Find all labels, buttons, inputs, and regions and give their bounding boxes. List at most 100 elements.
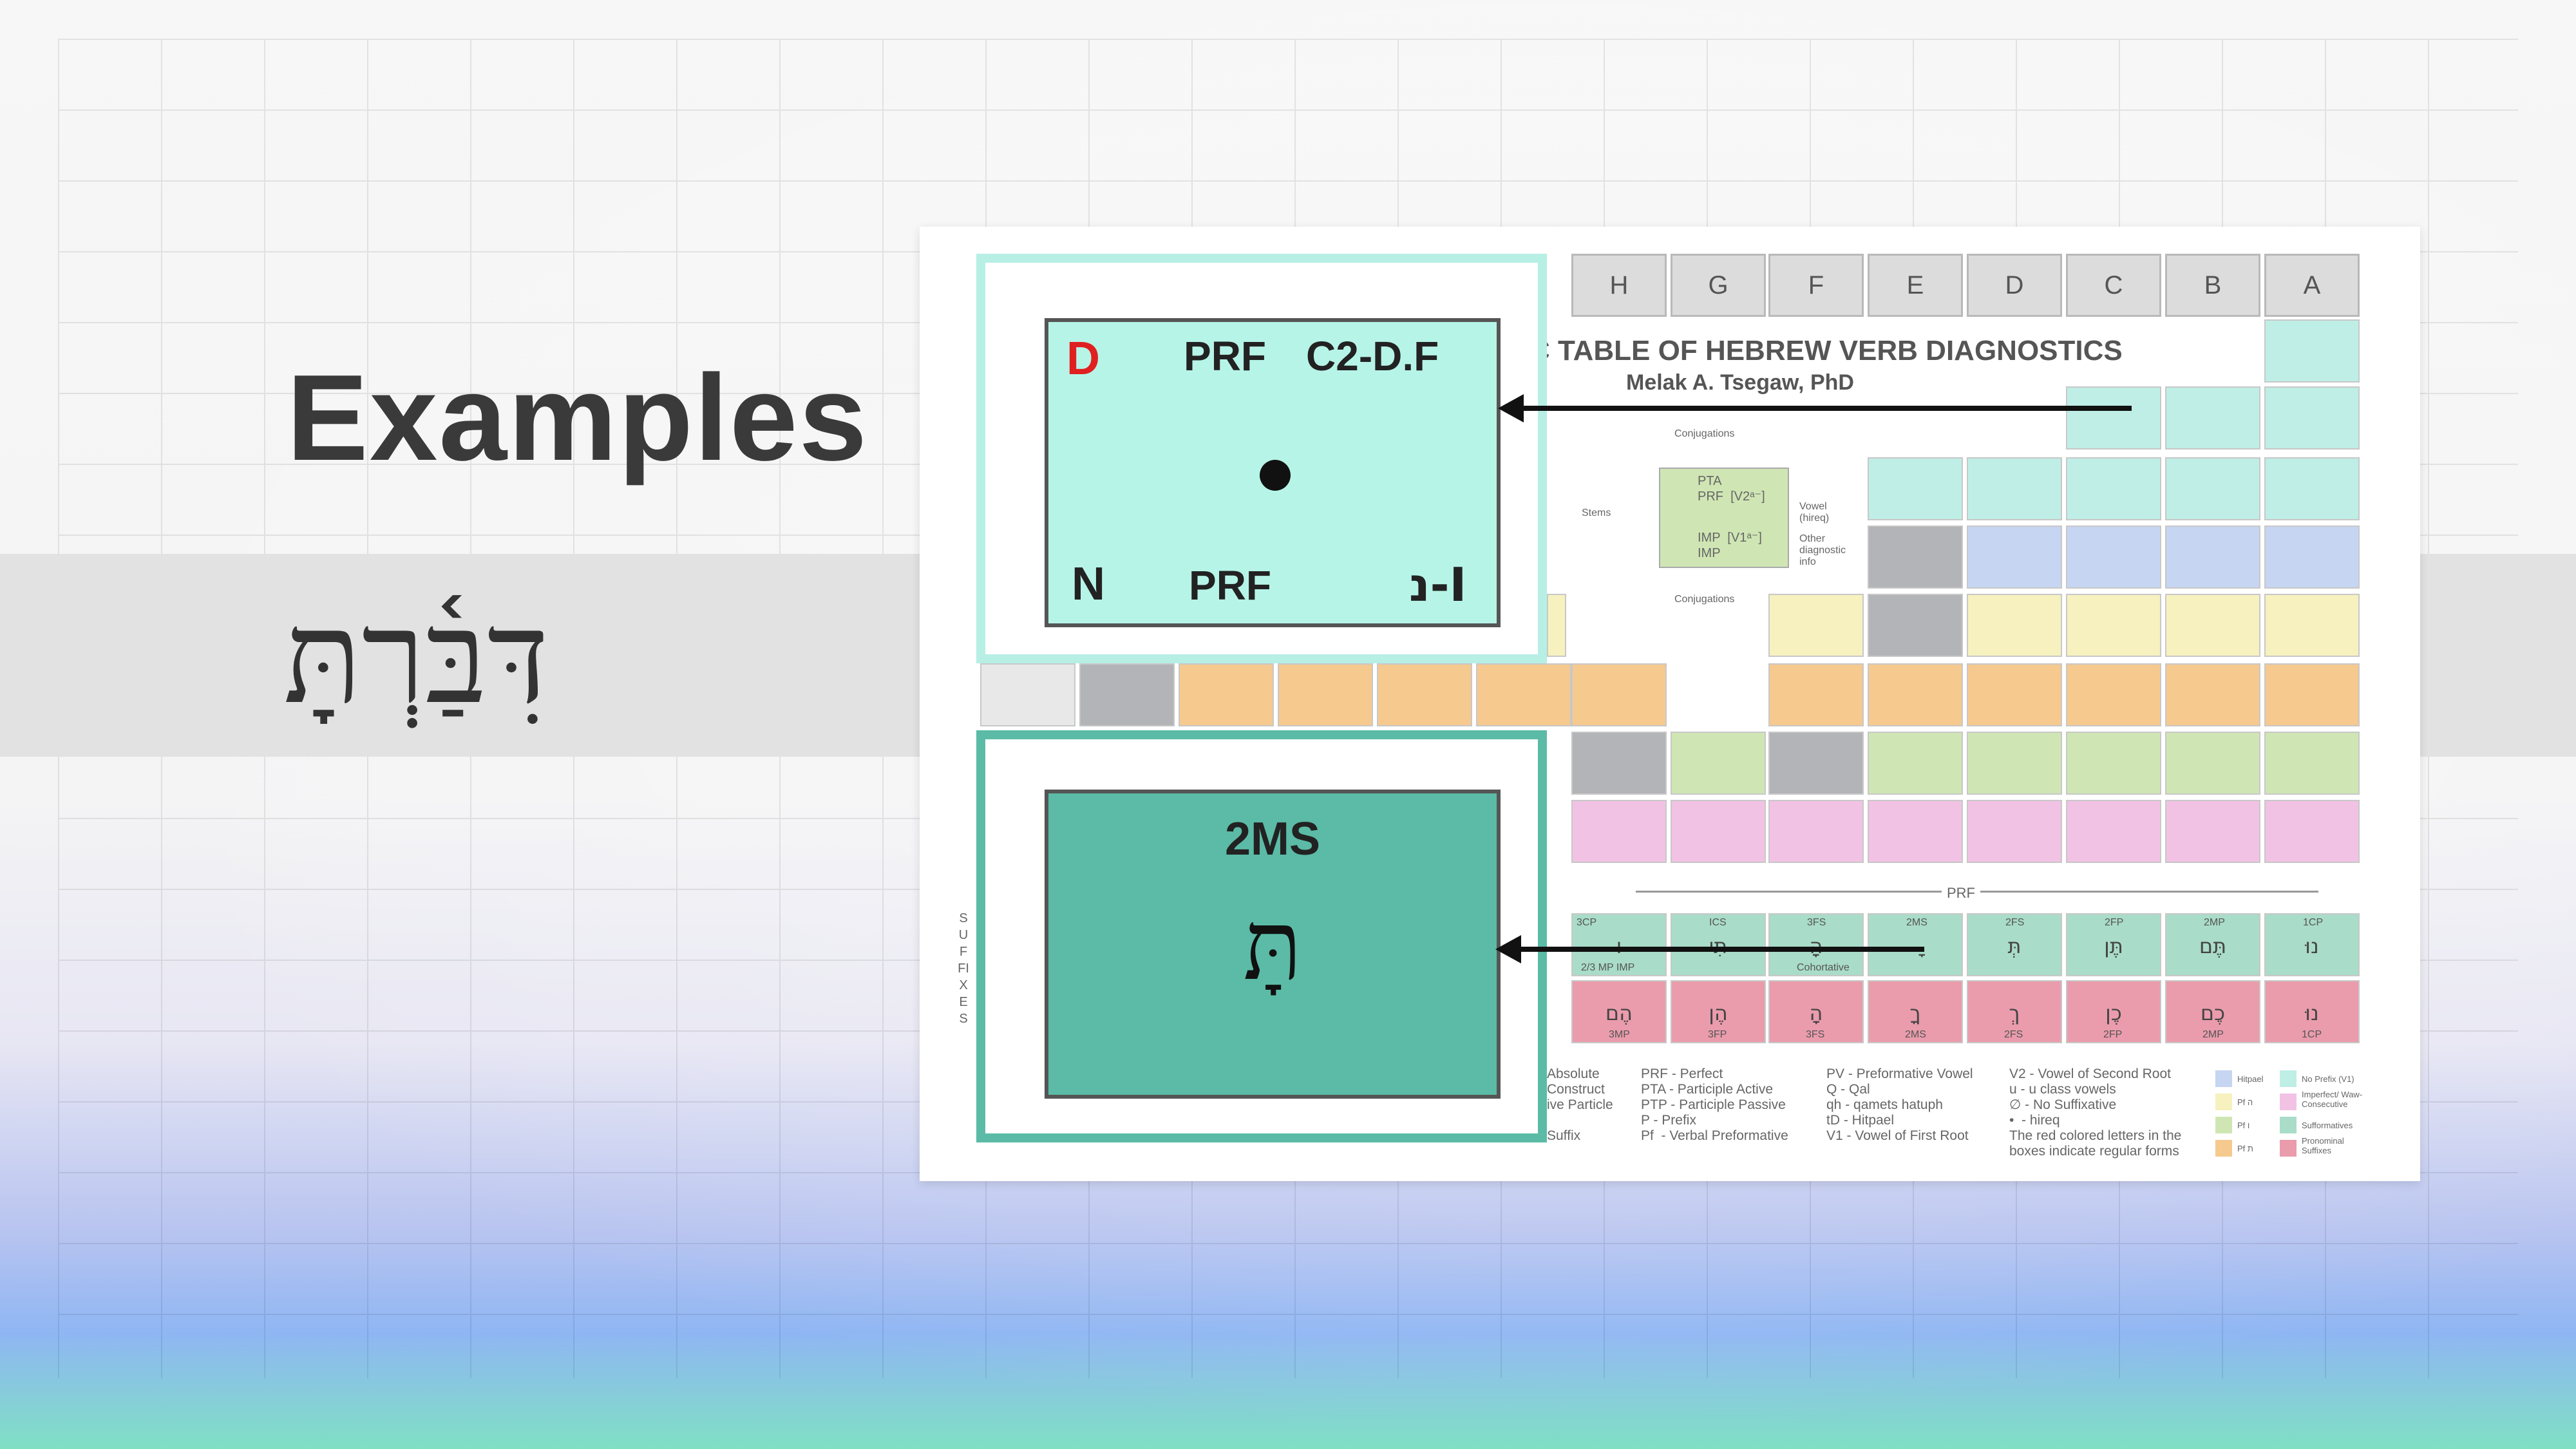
bottom-stem-letter: N — [1072, 558, 1105, 610]
legend-swatch-label: Imperfect/ Waw-Consecutive — [2302, 1090, 2363, 1109]
suffix-cell: 2FP תֶּן — [2066, 913, 2161, 976]
column-header: G — [1671, 254, 1766, 317]
poster-cell — [1671, 732, 1766, 795]
suffix-cell-2ms: 2MSָּ — [1868, 913, 1963, 976]
poster-cell — [1868, 732, 1963, 795]
diagram-other-label: Other diagnostic info — [1799, 533, 1846, 567]
poster-cell — [1476, 663, 1571, 726]
poster-cell — [1967, 526, 2062, 589]
suffix-cell: ךָ 2MS — [1868, 980, 1963, 1043]
pointer-arrow-stem — [1498, 394, 2132, 422]
poster-cell — [1571, 663, 1667, 726]
legend-swatch — [2215, 1117, 2232, 1133]
stem-letter: D — [1066, 333, 1100, 384]
poster-cell — [1768, 594, 1864, 657]
diagram-line: PRF [V2ᵃ⁻] — [1698, 489, 1765, 504]
suffixes-vertical-label: SUFFIXES — [958, 911, 969, 1026]
diagram-bottom-label: Conjugations — [1674, 594, 1735, 605]
poster-cell — [1967, 457, 2062, 520]
poster-cell — [1179, 663, 1274, 726]
poster-cell — [1868, 457, 1963, 520]
poster-cell — [1571, 732, 1667, 795]
suffix-code: 2MS — [1224, 813, 1321, 865]
poster-cell — [2165, 663, 2260, 726]
legend-col-3: PV - Preformative Vowel Q - Qal qh - qam… — [1826, 1066, 1973, 1143]
poster-cell — [1868, 663, 1963, 726]
column-header: A — [2264, 254, 2360, 317]
poster-cell — [1547, 594, 1566, 657]
diagram-stems-label: Stems — [1582, 507, 1611, 518]
poster-cell — [1868, 526, 1963, 589]
poster-cell — [1079, 663, 1175, 726]
poster-author: Melak A. Tsegaw, PhD — [1626, 370, 1854, 395]
poster-cell — [2066, 594, 2161, 657]
legend-swatch — [2280, 1140, 2297, 1157]
legend-swatch-label: Hitpael — [2237, 1074, 2264, 1084]
legend-col-2: PRF - Perfect PTA - Participle Active PT… — [1641, 1066, 1788, 1143]
poster-cell — [1868, 800, 1963, 863]
poster-cell — [1768, 663, 1864, 726]
hireq-dot — [1260, 460, 1291, 491]
imp-note: 2/3 MP IMP — [1581, 962, 1635, 973]
poster-cell — [1768, 800, 1864, 863]
poster-cell — [2066, 663, 2161, 726]
poster-cell — [1967, 800, 2062, 863]
legend-col-4: V2 - Vowel of Second Root u - u class vo… — [2009, 1066, 2182, 1159]
suffix-cell: הֶן 3FP — [1671, 980, 1766, 1043]
suffix-cell: כֶן 2FP — [2066, 980, 2161, 1043]
hebrew-word: דִּבַּ֫רְתָּ — [283, 583, 549, 733]
column-header: F — [1768, 254, 1864, 317]
poster-cell — [2264, 663, 2360, 726]
poster-cell — [1671, 800, 1766, 863]
diagram-top-label: Conjugations — [1674, 428, 1735, 439]
arrow-head-icon — [1498, 394, 1524, 422]
poster-cell — [2066, 457, 2161, 520]
zoom-callout-suffix-cell: 2MS תָּ — [976, 730, 1547, 1142]
column-header: D — [1967, 254, 2062, 317]
suffix-glyph: תָּ — [1243, 890, 1302, 1002]
poster-cell — [980, 663, 1075, 726]
poster-cell — [1967, 732, 2062, 795]
pointer-arrow-suffix — [1495, 935, 1924, 963]
suffix-cell: נוּ 1CP — [2264, 980, 2360, 1043]
legend-swatch-label: Pf ת — [2237, 1144, 2253, 1153]
poster-title: C TABLE OF HEBREW VERB DIAGNOSTICS — [1530, 335, 2123, 366]
poster-cell — [2264, 386, 2360, 450]
poster-cell — [2264, 732, 2360, 795]
suffix-cell: כֶם 2MP — [2165, 980, 2260, 1043]
slide-title: Examples — [287, 350, 869, 486]
suffix-cell: 1CP נוּ — [2264, 913, 2360, 976]
poster-cell — [2165, 800, 2260, 863]
legend-swatch-label: Sufformatives — [2302, 1121, 2353, 1130]
stem-conjugation: PRF — [1184, 333, 1266, 379]
poster-cell — [2066, 386, 2161, 450]
poster-cell — [2165, 457, 2260, 520]
legend-swatch — [2215, 1094, 2232, 1110]
poster-cell — [2165, 732, 2260, 795]
zoom-callout-stem-cell: D PRF C2-D.F N PRF נ-I — [976, 254, 1547, 663]
poster-cell — [1278, 663, 1373, 726]
legend-swatch — [2280, 1094, 2297, 1110]
column-header: H — [1571, 254, 1667, 317]
zoomed-stem-cell: D PRF C2-D.F N PRF נ-I — [1045, 318, 1501, 627]
legend-swatch — [2215, 1140, 2232, 1157]
poster-cell — [2264, 594, 2360, 657]
poster-cell — [1967, 663, 2062, 726]
poster-cell — [2165, 594, 2260, 657]
diagram-line: PTA — [1698, 474, 1722, 488]
column-header: E — [1868, 254, 1963, 317]
poster-cell — [2165, 526, 2260, 589]
poster-cell — [1768, 732, 1864, 795]
poster-cell — [1377, 663, 1472, 726]
diagram-line: IMP — [1698, 546, 1721, 560]
diagram-line: IMP [V1ᵃ⁻] — [1698, 531, 1762, 545]
diagram-vowel-label: Vowel (hireq) — [1799, 501, 1830, 524]
legend-swatch-label: Pf ה — [2237, 1097, 2253, 1107]
column-header: B — [2165, 254, 2260, 317]
poster-cell — [2264, 526, 2360, 589]
poster-cell — [2066, 732, 2161, 795]
legend-swatch-label: Pf ו — [2237, 1121, 2250, 1130]
suffix-cell: ICS תִּי — [1671, 913, 1766, 976]
legend-swatch — [2280, 1070, 2297, 1087]
poster-cell — [2264, 800, 2360, 863]
